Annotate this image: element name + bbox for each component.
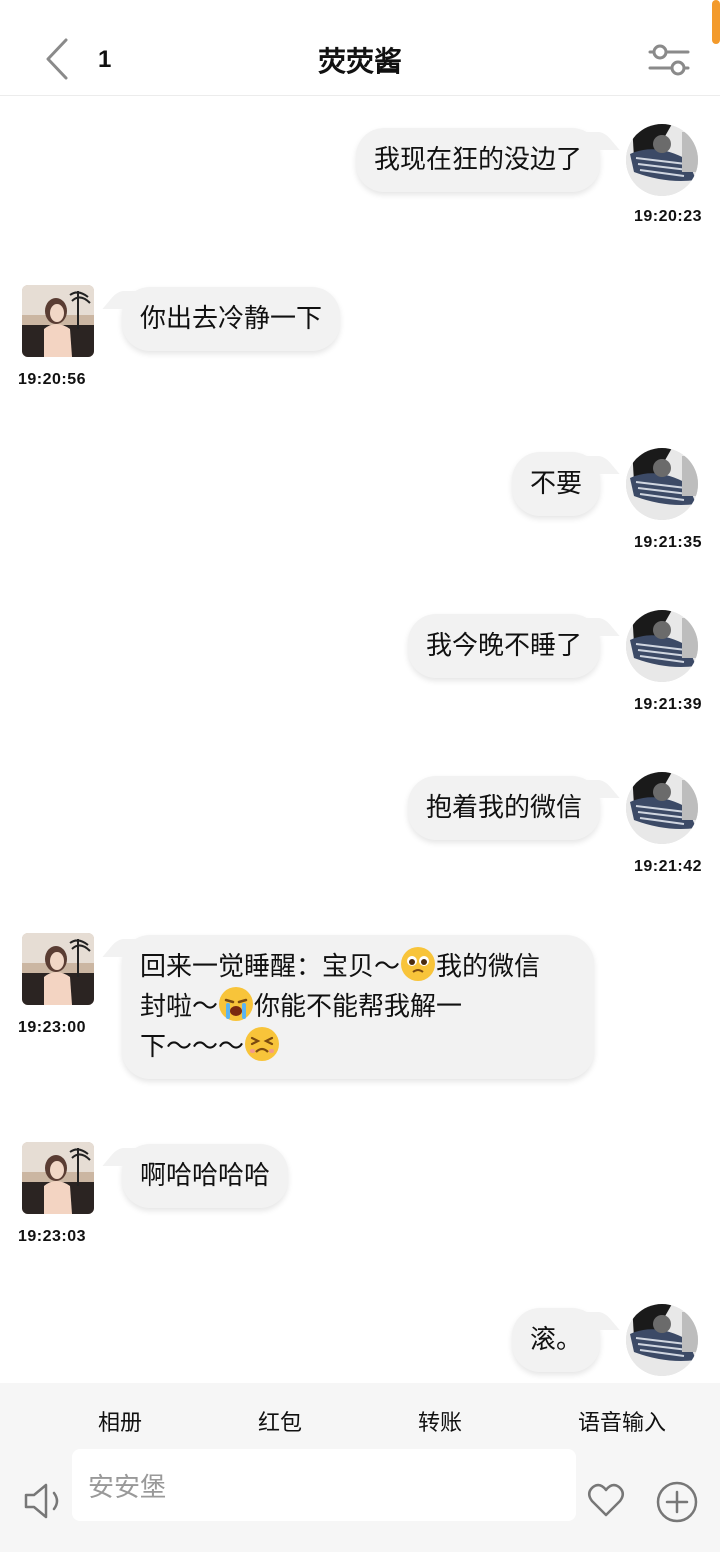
- message-text: 回来一觉睡醒：宝贝～ 我的微信 封啦～ 你能不能帮我解一 下～～～: [140, 947, 576, 1067]
- heart-icon: [588, 1483, 624, 1517]
- message-time: 19:20:23: [633, 208, 702, 225]
- message-text-part: 封啦～: [140, 992, 219, 1022]
- self-avatar[interactable]: [626, 772, 698, 844]
- message-text: 啊哈哈哈哈: [140, 1161, 271, 1191]
- red-packet-button[interactable]: 红包: [258, 1405, 302, 1437]
- message-text: 你出去冷静一下: [140, 304, 323, 334]
- message-bubble[interactable]: 我现在狂的没边了: [355, 128, 600, 192]
- persevering-face-emoji-icon: [245, 1027, 280, 1061]
- chat-settings-button[interactable]: [646, 40, 692, 80]
- loudly-crying-emoji-icon: [219, 987, 254, 1021]
- top-bar: 1 荧荧酱: [0, 0, 720, 96]
- message-time: 19:21:35: [633, 534, 702, 551]
- transfer-button[interactable]: 转账: [418, 1405, 462, 1437]
- self-avatar[interactable]: [626, 448, 698, 520]
- sliders-icon: [648, 44, 690, 76]
- message-bubble[interactable]: 滚。: [511, 1308, 600, 1372]
- chat-title: 荧荧酱: [317, 45, 402, 78]
- message-text-part: 回来一觉睡醒：宝贝～: [140, 952, 401, 982]
- message-text: 我今晚不睡了: [425, 631, 582, 661]
- message-text: 抱着我的微信: [425, 793, 582, 823]
- message-text-part: 你能不能帮我解一: [254, 992, 463, 1022]
- input-toolbar: 相册 红包 转账 语音输入 安安堡: [0, 1383, 720, 1552]
- speaker-icon: [24, 1483, 59, 1519]
- contact-avatar[interactable]: [22, 1142, 94, 1214]
- album-button[interactable]: 相册: [98, 1405, 142, 1437]
- message-text: 滚。: [529, 1325, 582, 1355]
- message-time: 19:21:39: [633, 696, 702, 713]
- more-options-button[interactable]: [656, 1481, 698, 1523]
- voice-input-button[interactable]: 语音输入: [578, 1405, 666, 1437]
- message-text-part: 下～～～: [140, 1032, 245, 1062]
- message-bubble[interactable]: 你出去冷静一下: [122, 287, 341, 351]
- message-input[interactable]: 安安堡: [72, 1449, 576, 1521]
- chat-area[interactable]: 我现在狂的没边了 19:20:23 你出去冷静一下 19:20:56 不要 19…: [0, 97, 720, 1383]
- message-bubble[interactable]: 抱着我的微信: [407, 776, 600, 840]
- message-time: 19:23:00: [18, 1019, 87, 1036]
- message-time: 19:23:03: [18, 1228, 87, 1245]
- message-text: 不要: [529, 469, 582, 499]
- message-text-part: 我的微信: [436, 952, 541, 982]
- pleading-face-emoji-icon: [401, 947, 436, 981]
- message-bubble[interactable]: 啊哈哈哈哈: [122, 1144, 289, 1208]
- contact-avatar[interactable]: [22, 285, 94, 357]
- message-time: 19:20:56: [18, 371, 87, 388]
- contact-avatar[interactable]: [22, 933, 94, 1005]
- message-time: 19:21:42: [633, 858, 702, 875]
- message-bubble[interactable]: 我今晚不睡了: [407, 614, 600, 678]
- scroll-indicator: [712, 0, 720, 44]
- plus-circle-icon: [656, 1481, 698, 1523]
- favorite-button[interactable]: [586, 1481, 626, 1521]
- self-avatar[interactable]: [626, 610, 698, 682]
- message-bubble[interactable]: 不要: [511, 452, 600, 516]
- message-input-text: 安安堡: [88, 1473, 167, 1503]
- message-bubble[interactable]: 回来一觉睡醒：宝贝～ 我的微信 封啦～ 你能不能帮我解一 下～～～: [122, 935, 594, 1079]
- message-text: 我现在狂的没边了: [373, 145, 582, 175]
- self-avatar[interactable]: [626, 124, 698, 196]
- voice-toggle-button[interactable]: [22, 1479, 66, 1523]
- self-avatar[interactable]: [626, 1304, 698, 1376]
